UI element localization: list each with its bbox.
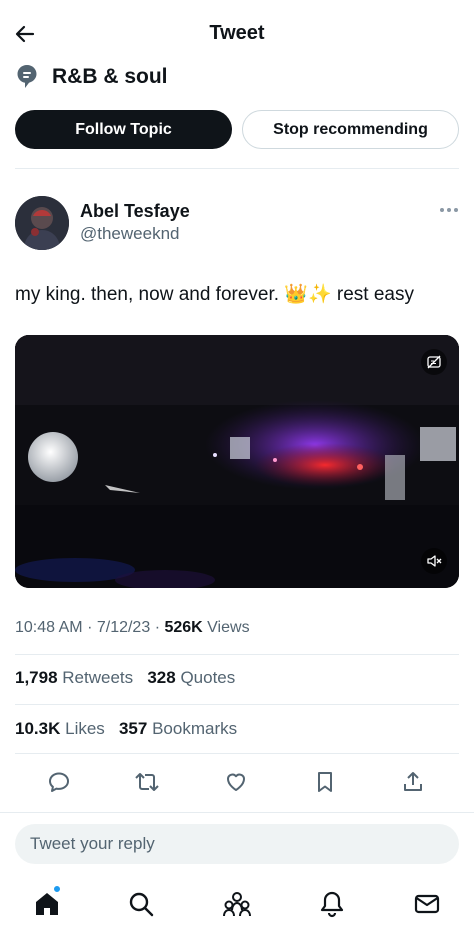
author-name[interactable]: Abel Tesfaye (80, 201, 190, 222)
share-icon (404, 772, 422, 791)
likes-count: 10.3K (15, 719, 61, 738)
tweet-meta: 10:48 AM · 7/12/23 · 526K Views (15, 619, 250, 637)
reply-input[interactable]: Tweet your reply (15, 824, 459, 864)
engagement-row-2: 10.3K Likes 357 Bookmarks (15, 719, 237, 739)
likes-label: Likes (65, 719, 105, 738)
quotes-label: Quotes (180, 668, 236, 687)
home-icon (36, 893, 58, 915)
communities-icon (223, 892, 251, 917)
video-frame (15, 335, 459, 588)
reply-button[interactable] (42, 765, 76, 799)
divider (15, 704, 459, 705)
captions-button[interactable] (421, 349, 447, 375)
notification-dot (53, 885, 61, 893)
divider (0, 812, 474, 813)
stop-recommending-button[interactable]: Stop recommending (242, 110, 459, 149)
volume-muted-icon (427, 555, 442, 567)
nav-home[interactable] (27, 884, 67, 924)
mute-button[interactable] (421, 548, 447, 574)
author-handle[interactable]: @theweeknd (80, 224, 180, 244)
quotes-count: 328 (147, 668, 176, 687)
avatar[interactable] (15, 196, 69, 250)
tweet-date[interactable]: 7/12/23 (97, 619, 150, 636)
nav-messages[interactable] (407, 884, 447, 924)
share-button[interactable] (396, 765, 430, 799)
nav-notifications[interactable] (312, 884, 352, 924)
more-options-button[interactable] (436, 200, 462, 220)
bookmark-button[interactable] (308, 765, 342, 799)
tweet-text: my king. then, now and forever. 👑✨ rest … (15, 284, 414, 305)
meta-separator: · (87, 619, 97, 636)
retweets-stat[interactable]: 1,798 Retweets (15, 668, 133, 687)
follow-topic-button[interactable]: Follow Topic (15, 110, 232, 149)
video-player[interactable] (15, 335, 459, 588)
top-bar: Tweet (0, 0, 474, 62)
divider (15, 654, 459, 655)
ellipsis-icon (440, 208, 458, 212)
topic-name: R&B & soul (52, 65, 168, 88)
bookmarks-stat[interactable]: 357 Bookmarks (119, 719, 237, 738)
retweet-button[interactable] (130, 765, 164, 799)
divider (15, 168, 459, 169)
captions-off-icon (427, 355, 441, 369)
meta-separator: · (154, 619, 165, 636)
views-count: 526K (164, 619, 203, 636)
retweet-icon (135, 773, 159, 791)
divider (15, 753, 459, 754)
nav-communities[interactable] (217, 884, 257, 924)
bookmarks-label: Bookmarks (152, 719, 238, 738)
quotes-stat[interactable]: 328 Quotes (147, 668, 235, 687)
tweet-time[interactable]: 10:48 AM (15, 619, 83, 636)
bookmark-icon (318, 772, 332, 792)
topic-header: R&B & soul (16, 62, 168, 92)
avatar-image (15, 196, 69, 250)
bookmarks-count: 357 (118, 719, 148, 738)
likes-stat[interactable]: 10.3K Likes (15, 719, 105, 738)
engagement-row-1: 1,798 Retweets 328 Quotes (15, 668, 235, 688)
search-icon (129, 892, 154, 917)
mail-icon (414, 894, 440, 914)
bell-icon (320, 891, 344, 918)
page-title: Tweet (209, 22, 265, 44)
retweets-label: Retweets (62, 668, 134, 687)
views-label: Views (207, 619, 250, 636)
topic-bubble-icon (17, 65, 37, 88)
nav-search[interactable] (121, 884, 161, 924)
reply-icon (49, 772, 69, 792)
heart-icon (227, 773, 245, 791)
like-button[interactable] (219, 765, 253, 799)
retweets-count: 1,798 (15, 668, 58, 687)
